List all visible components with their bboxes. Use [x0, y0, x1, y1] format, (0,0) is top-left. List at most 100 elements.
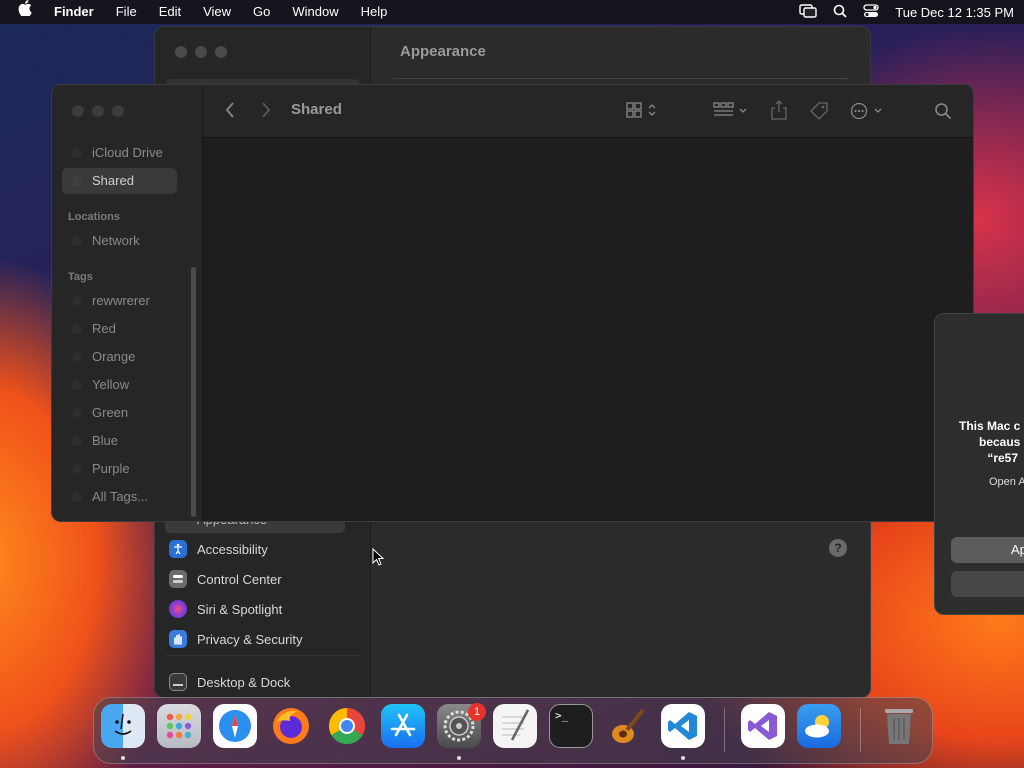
- network-icon: [72, 236, 82, 246]
- sidebar-tag-rewwrerer[interactable]: rewwrerer: [92, 291, 150, 311]
- sidebar-item-control-center[interactable]: Control Center: [169, 565, 282, 593]
- sidebar-item-label: Desktop & Dock: [197, 674, 291, 690]
- close-button[interactable]: [72, 105, 84, 117]
- control-center-icon: [169, 570, 187, 588]
- page-title: Appearance: [400, 43, 486, 60]
- alert-line-1: This Mac c: [959, 419, 1021, 433]
- alert-primary-button[interactable]: Ap: [951, 537, 1024, 563]
- apple-menu-icon[interactable]: [0, 0, 43, 24]
- tag-dot-icon: [72, 408, 82, 418]
- dock-finder-icon[interactable]: [101, 704, 145, 748]
- alert-secondary-button[interactable]: [951, 571, 1024, 597]
- menu-help[interactable]: Help: [350, 0, 399, 24]
- dock-trash-icon[interactable]: [877, 704, 921, 748]
- window-title: Shared: [291, 101, 342, 118]
- screen-mirroring-icon[interactable]: [799, 3, 817, 21]
- sidebar-tag-orange[interactable]: Orange: [92, 347, 135, 367]
- sidebar-tag-yellow[interactable]: Yellow: [92, 375, 129, 395]
- desktop-dock-icon: [169, 673, 187, 691]
- sidebar-item-siri-spotlight[interactable]: Siri & Spotlight: [169, 595, 282, 623]
- sidebar-tag-all-tags[interactable]: All Tags...: [92, 487, 148, 507]
- shared-folder-icon: [72, 176, 82, 186]
- share-icon[interactable]: [771, 100, 787, 125]
- help-button[interactable]: ?: [829, 539, 847, 557]
- sidebar-item-label: Accessibility: [197, 541, 268, 557]
- settings-content-panel: [391, 78, 851, 83]
- dock-textedit-icon[interactable]: [493, 704, 537, 748]
- sidebar-item-network[interactable]: Network: [92, 231, 140, 251]
- finder-traffic-lights: [72, 105, 124, 117]
- tag-dot-icon: [72, 352, 82, 362]
- menu-go[interactable]: Go: [242, 0, 281, 24]
- control-center-icon[interactable]: [863, 3, 879, 21]
- tag-dot-icon: [72, 464, 82, 474]
- sidebar-tag-red[interactable]: Red: [92, 319, 116, 339]
- running-indicator: [457, 756, 461, 760]
- dock-weather-icon[interactable]: [797, 704, 841, 748]
- dock-visual-studio-icon[interactable]: [741, 704, 785, 748]
- dock-safari-icon[interactable]: [213, 704, 257, 748]
- menu-edit[interactable]: Edit: [148, 0, 192, 24]
- sidebar-item-accessibility[interactable]: Accessibility: [169, 535, 268, 563]
- sidebar-item-label: Privacy & Security: [197, 631, 303, 647]
- zoom-button[interactable]: [215, 46, 227, 58]
- accessibility-icon: [169, 540, 187, 558]
- sidebar-item-privacy-security[interactable]: Privacy & Security: [169, 625, 302, 653]
- menu-finder[interactable]: Finder: [43, 0, 105, 24]
- dock-firefox-icon[interactable]: [269, 704, 313, 748]
- sidebar-divider: [165, 655, 360, 656]
- finder-window: iCloud Drive Shared Locations Network Ta…: [51, 84, 974, 522]
- menu-view[interactable]: View: [192, 0, 242, 24]
- settings-traffic-lights: [175, 46, 227, 58]
- search-icon[interactable]: [934, 102, 952, 125]
- tag-dot-icon: [72, 324, 82, 334]
- dock-launchpad-icon[interactable]: [157, 704, 201, 748]
- dock-chrome-icon[interactable]: [325, 704, 369, 748]
- dock-separator: [860, 708, 861, 752]
- sidebar-item-shared[interactable]: Shared: [92, 171, 134, 191]
- dock-vscode-icon[interactable]: [661, 704, 705, 748]
- view-grid-icon[interactable]: [626, 102, 658, 123]
- back-button[interactable]: [224, 101, 236, 124]
- minimize-button[interactable]: [195, 46, 207, 58]
- sidebar-tag-purple[interactable]: Purple: [92, 459, 130, 479]
- menu-window[interactable]: Window: [281, 0, 349, 24]
- dock: 1 >_: [93, 697, 933, 764]
- group-by-icon[interactable]: [713, 102, 749, 123]
- sidebar-item-label: Siri & Spotlight: [197, 601, 283, 617]
- dock-terminal-icon[interactable]: >_: [549, 704, 593, 748]
- menu-file[interactable]: File: [105, 0, 148, 24]
- sidebar-item-icloud-drive[interactable]: iCloud Drive: [92, 143, 163, 163]
- sidebar-tag-green[interactable]: Green: [92, 403, 128, 423]
- dock-app-store-icon[interactable]: [381, 704, 425, 748]
- forward-button[interactable]: [260, 101, 272, 124]
- tag-dot-icon: [72, 296, 82, 306]
- mouse-pointer-icon: [372, 547, 385, 571]
- tag-dot-icon: [72, 380, 82, 390]
- close-button[interactable]: [175, 46, 187, 58]
- dock-separator: [724, 708, 725, 752]
- running-indicator: [681, 756, 685, 760]
- tag-dot-icon: [72, 492, 82, 502]
- sidebar-item-label: Control Center: [197, 571, 282, 587]
- sidebar-tag-blue[interactable]: Blue: [92, 431, 118, 451]
- alert-subtext: Open A: [989, 476, 1024, 488]
- minimize-button[interactable]: [92, 105, 104, 117]
- spotlight-search-icon[interactable]: [833, 4, 847, 21]
- zoom-button[interactable]: [112, 105, 124, 117]
- alert-line-3: “re57: [987, 451, 1019, 465]
- tag-dot-icon: [72, 436, 82, 446]
- menu-bar: Finder File Edit View Go Window Help Tue…: [0, 0, 1024, 24]
- hand-icon: [169, 630, 187, 648]
- more-actions-icon[interactable]: [850, 102, 886, 125]
- dock-garageband-icon[interactable]: [605, 704, 649, 748]
- icloud-drive-icon: [72, 148, 82, 158]
- siri-icon: [169, 600, 187, 618]
- sidebar-item-desktop-dock[interactable]: Desktop & Dock: [169, 668, 290, 696]
- sidebar-scrollbar[interactable]: [191, 267, 196, 517]
- sidebar-section-tags: Tags: [68, 271, 93, 283]
- menu-clock[interactable]: Tue Dec 12 1:35 PM: [895, 5, 1014, 20]
- tag-icon[interactable]: [809, 101, 829, 126]
- notification-badge: 1: [468, 703, 486, 721]
- alert-message: This Mac c becaus “re57: [959, 418, 1020, 466]
